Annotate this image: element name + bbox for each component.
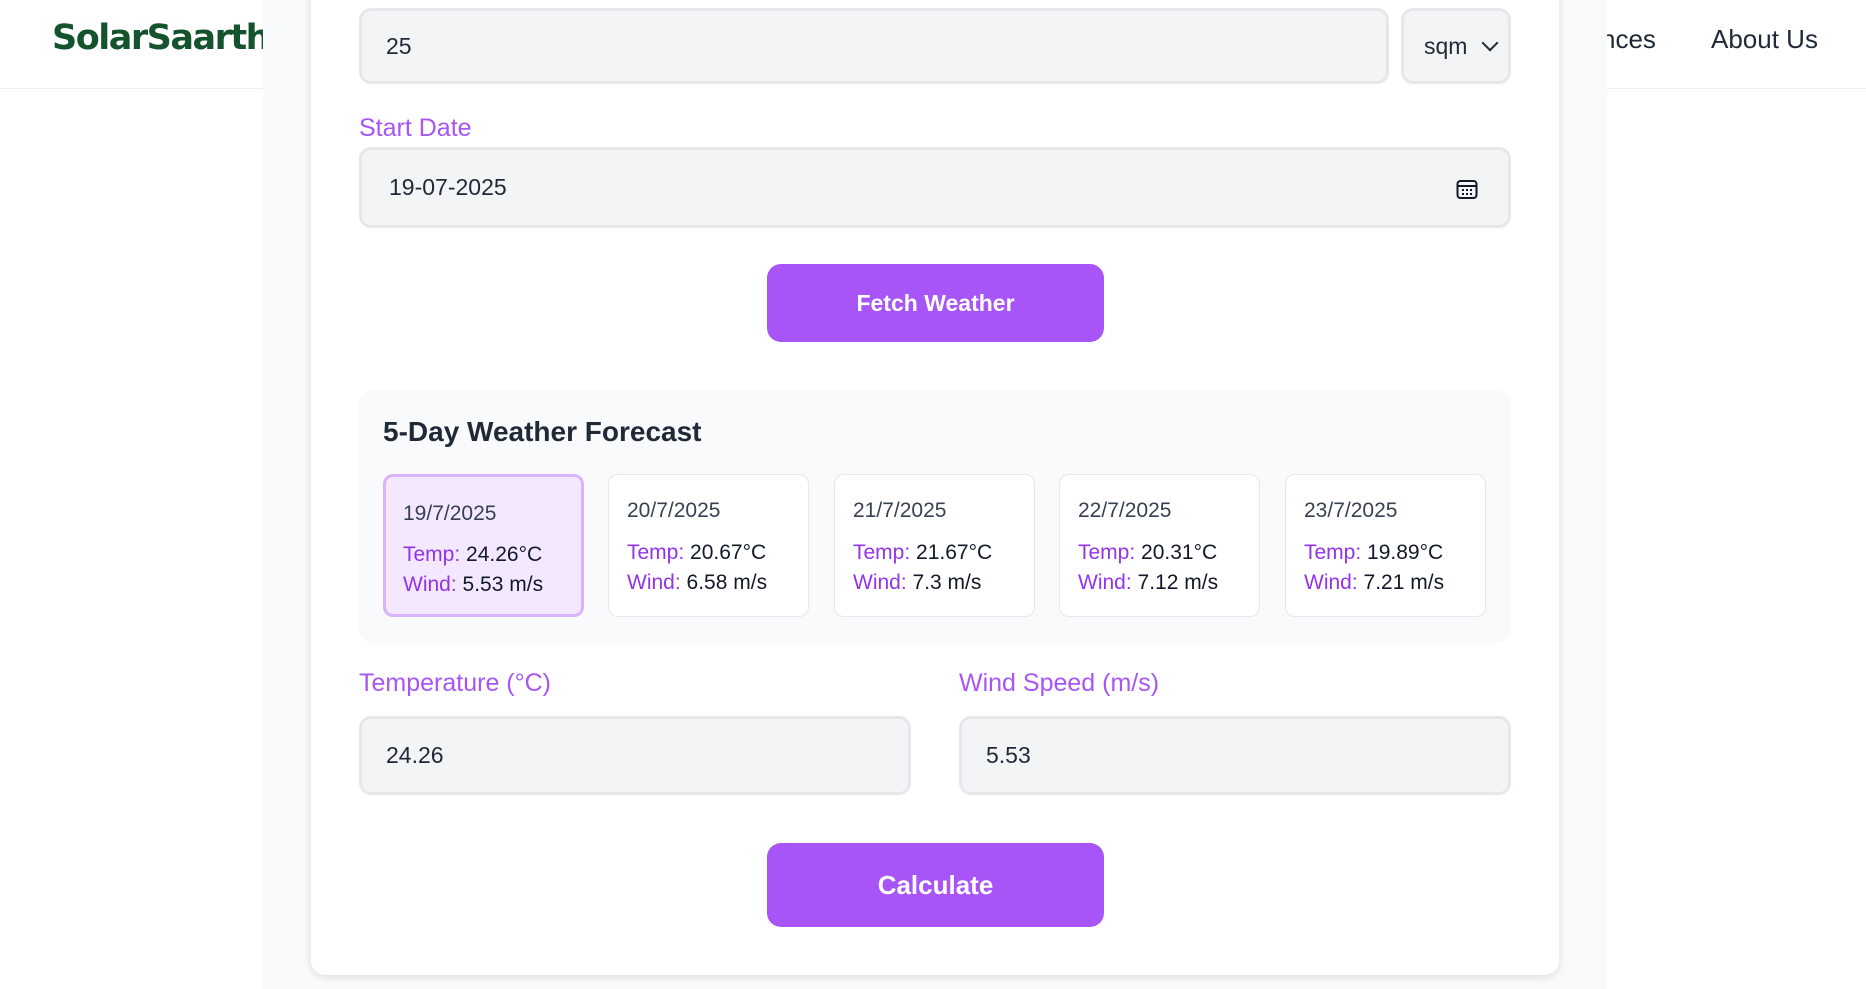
- start-date-value: 19-07-2025: [389, 174, 507, 200]
- forecast-day-date: 19/7/2025: [403, 502, 497, 525]
- forecast-day-temp: Temp: 20.31°C: [1078, 541, 1218, 564]
- fetch-weather-button[interactable]: Fetch Weather: [767, 264, 1104, 342]
- temperature-label: Temperature (°C): [359, 669, 551, 697]
- weather-forecast-panel: 5-Day Weather Forecast 19/7/2025 Temp: 2…: [359, 390, 1511, 643]
- forecast-day-wind: Wind: 5.53 m/s: [403, 573, 544, 596]
- forecast-day-card[interactable]: 23/7/2025 Temp: 19.89°C Wind: 7.21 m/s: [1285, 474, 1486, 617]
- nav-link-about-us[interactable]: About Us: [1711, 24, 1818, 55]
- area-unit-select[interactable]: sqm: [1401, 8, 1511, 84]
- temperature-input[interactable]: 24.26: [359, 716, 911, 795]
- forecast-day-card-selected[interactable]: 19/7/2025 Temp: 24.26°C Wind: 5.53 m/s: [383, 474, 584, 617]
- forecast-day-date: 23/7/2025: [1304, 499, 1398, 522]
- forecast-day-wind: Wind: 6.58 m/s: [627, 571, 768, 594]
- start-date-input[interactable]: 19-07-2025: [359, 147, 1511, 228]
- area-input[interactable]: 25: [359, 8, 1389, 84]
- chevron-down-icon: [1481, 34, 1499, 52]
- wind-speed-value: 5.53: [986, 742, 1031, 768]
- forecast-day-date: 20/7/2025: [627, 499, 721, 522]
- forecast-day-wind: Wind: 7.12 m/s: [1078, 571, 1219, 594]
- forecast-day-card[interactable]: 21/7/2025 Temp: 21.67°C Wind: 7.3 m/s: [834, 474, 1035, 617]
- area-input-value: 25: [386, 32, 412, 59]
- area-unit-value: sqm: [1424, 32, 1468, 59]
- forecast-day-temp: Temp: 24.26°C: [403, 543, 543, 566]
- forecast-day-temp: Temp: 20.67°C: [627, 541, 767, 564]
- wind-speed-label: Wind Speed (m/s): [959, 669, 1160, 697]
- calendar-icon[interactable]: [1456, 178, 1478, 200]
- forecast-day-temp: Temp: 19.89°C: [1304, 541, 1444, 564]
- forecast-day-wind: Wind: 7.3 m/s: [853, 571, 982, 594]
- calculate-button[interactable]: Calculate: [767, 843, 1104, 927]
- temperature-value: 24.26: [386, 742, 444, 768]
- wind-speed-input[interactable]: 5.53: [959, 716, 1511, 795]
- forecast-day-date: 22/7/2025: [1078, 499, 1172, 522]
- start-date-label: Start Date: [359, 114, 472, 142]
- forecast-day-card[interactable]: 20/7/2025 Temp: 20.67°C Wind: 6.58 m/s: [608, 474, 809, 617]
- forecast-day-temp: Temp: 21.67°C: [853, 541, 993, 564]
- site-logo[interactable]: SolarSaarthi: [52, 18, 281, 58]
- forecast-day-card[interactable]: 22/7/2025 Temp: 20.31°C Wind: 7.12 m/s: [1059, 474, 1260, 617]
- nav-link-partial[interactable]: nces: [1601, 24, 1656, 55]
- forecast-day-wind: Wind: 7.21 m/s: [1304, 571, 1445, 594]
- forecast-title: 5-Day Weather Forecast: [383, 416, 702, 447]
- forecast-day-date: 21/7/2025: [853, 499, 947, 522]
